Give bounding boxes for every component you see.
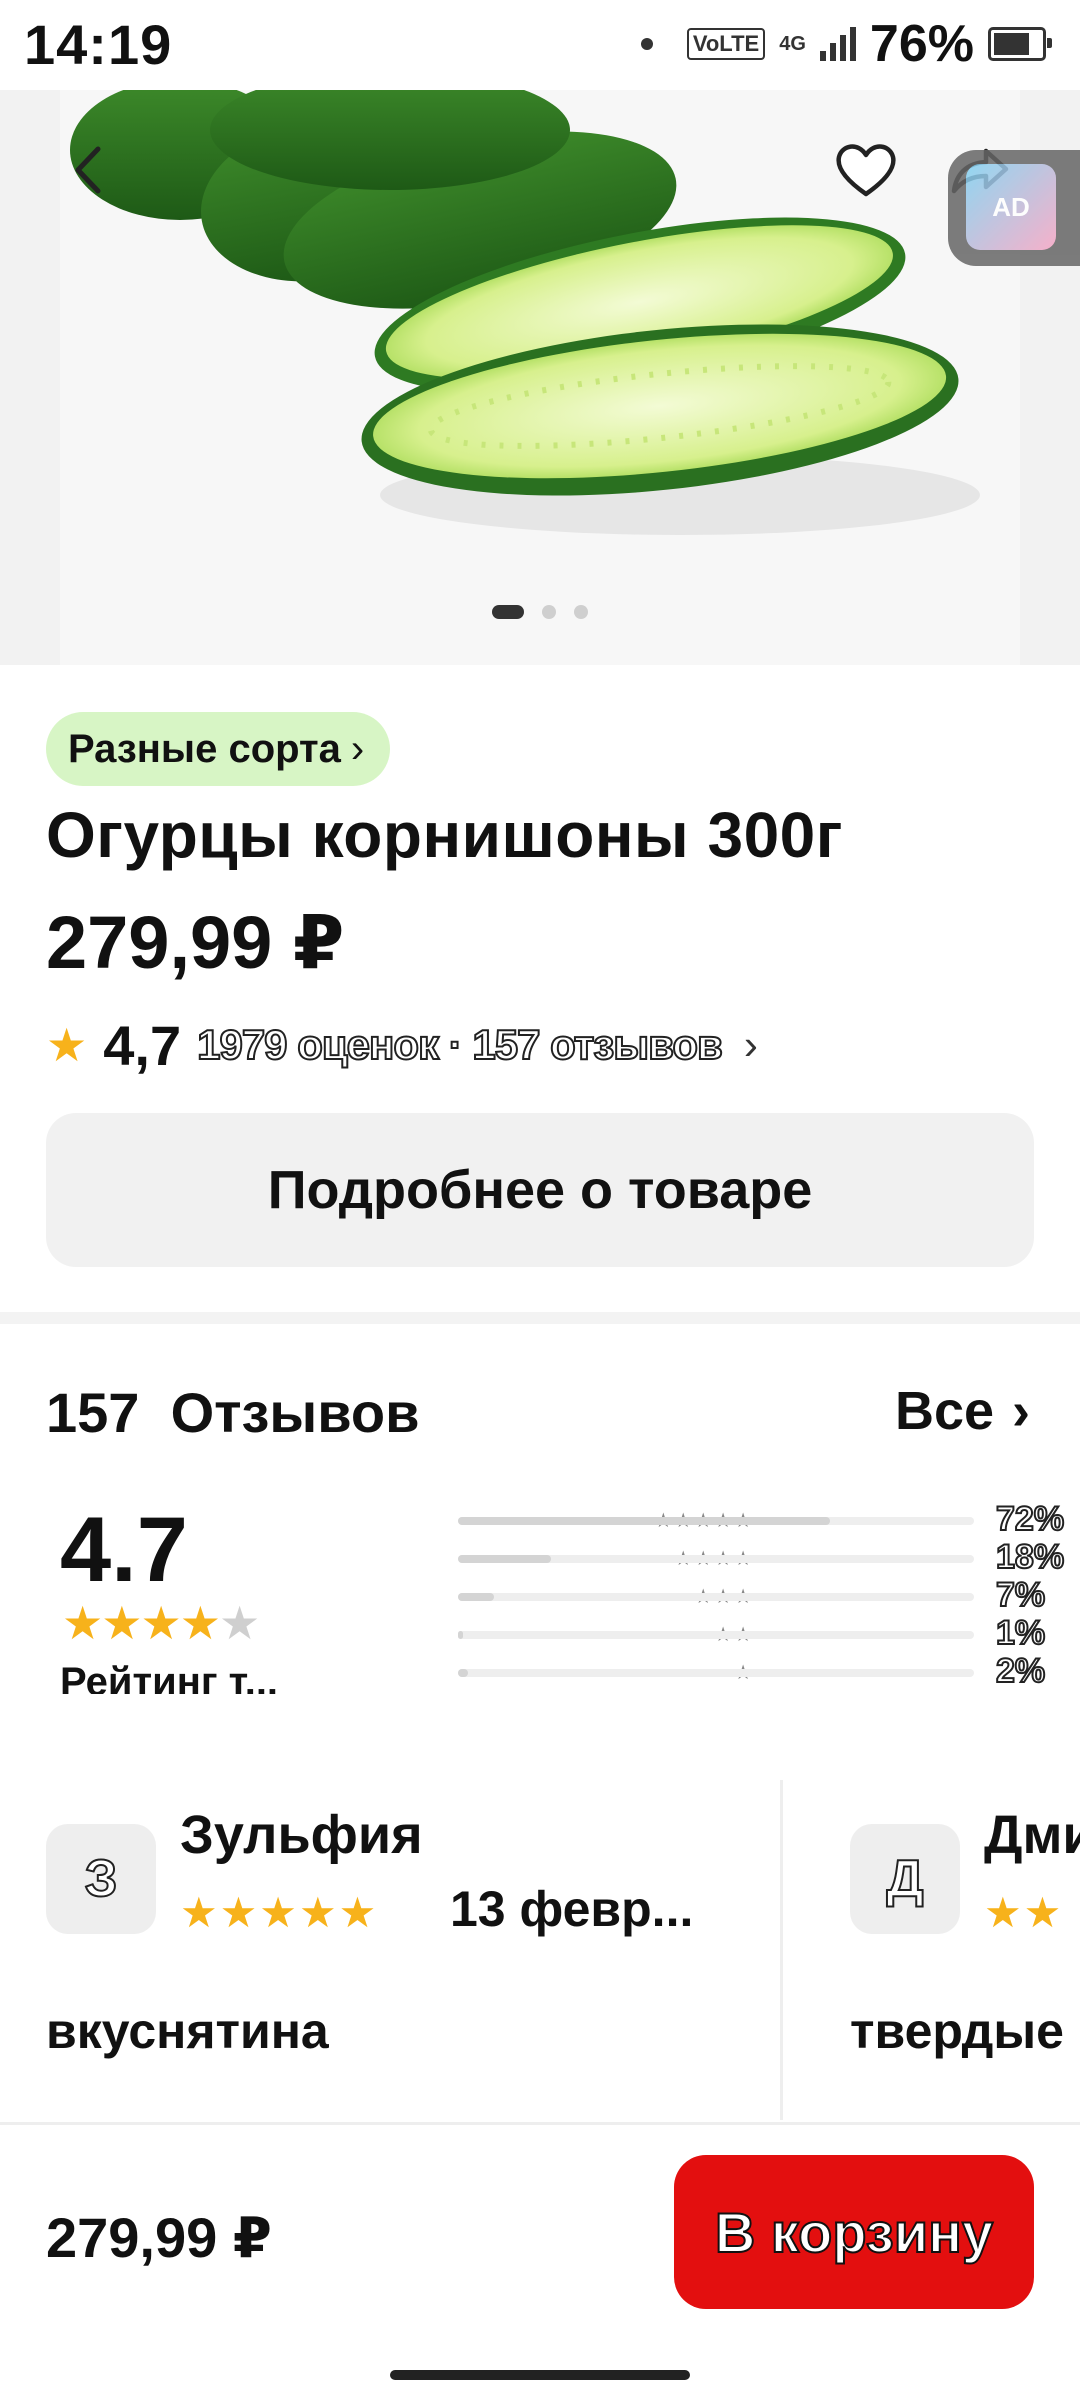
battery-percent: 76% [869,15,974,73]
review-card[interactable]: Д Дми ★★ твердые [850,1780,1080,2120]
review-stars: ★★★★★ [180,1889,379,1936]
battery-icon [988,27,1052,61]
distribution-row: ★★★★★72% [320,1499,1065,1540]
distribution-percent: 72% [995,1499,1065,1539]
reviews-count: 157 [46,1381,140,1444]
distribution-row: ★2% [320,1651,1060,1692]
back-icon [75,146,101,194]
volte-icon: VoLTE [686,28,766,60]
carousel-dot[interactable] [574,605,588,619]
notification-dot-icon [640,38,653,50]
rating-value: 4,7 [103,1013,182,1077]
reviews-all-label: Все [894,1381,995,1441]
carousel-dot[interactable] [542,605,556,619]
star-filled-icon: ★ [140,1597,182,1649]
product-image-carousel[interactable]: AD [0,90,1080,665]
rating-caption: Рейтинг т... [60,1660,279,1694]
distribution-bar-track [458,1631,974,1639]
avatar: Д [850,1824,960,1934]
star-icon: ★ [46,1019,88,1071]
distribution-row: ★★★7% [320,1575,1060,1616]
review-text: вкуснятина [46,2003,329,2059]
add-to-cart-button[interactable]: В корзину [674,2155,1034,2309]
product-details-button[interactable]: Подробнее о товаре [46,1113,1034,1267]
carousel-dots [0,605,1080,619]
product-price: 279,99 ₽ [46,901,345,984]
favorite-button[interactable] [826,130,906,210]
star-filled-icon: ★ [101,1597,142,1649]
product-title: Огурцы корнишоны 300г [46,799,843,871]
heart-icon [836,144,896,197]
signal-icon [819,27,856,61]
chevron-right-icon: › [743,1021,758,1068]
average-rating: 4.7 [60,1499,188,1601]
distribution-bar [458,1669,468,1677]
review-text: твердые [850,2003,1064,2059]
chevron-right-icon: › [1012,1381,1030,1441]
chevron-right-icon: › [350,726,365,771]
battery-fill [994,33,1029,55]
review-date: 13 февр... [450,1881,694,1937]
network-type-label: 4G [779,32,806,55]
rating-meta: 1979 оценок · 157 отзывов [196,1020,724,1069]
distribution-bar [458,1555,551,1563]
distribution-row: ★★★★18% [320,1537,1065,1578]
ad-magnifier-icon: AD [966,164,1056,250]
distribution-bar [458,1631,463,1639]
status-time: 14:19 [24,13,173,76]
section-divider [0,1312,1080,1324]
distribution-bar-track [458,1669,974,1677]
review-card[interactable]: З Зульфия ★★★★★ 13 февр... вкуснятина [46,1780,766,2120]
status-bar: 14:19 VoLTE 4G 76% [0,0,1080,90]
distribution-bar [458,1593,494,1601]
star-filled-icon: ★ [62,1597,103,1649]
distribution-percent: 1% [995,1613,1046,1653]
distribution-bar-track [458,1517,974,1525]
variety-chip[interactable]: Разные сорта › [46,712,391,786]
back-button[interactable] [50,130,130,210]
review-stars: ★★ [984,1889,1064,1936]
distribution-bar [458,1517,830,1525]
reviews-title: Отзывов [170,1381,420,1444]
star-empty-icon: ★ [219,1597,260,1649]
status-indicators: VoLTE 4G 76% [640,14,1052,74]
home-indicator[interactable] [390,2370,690,2380]
distribution-bar-track [458,1593,974,1601]
average-rating-stars: ★★★★★ [62,1596,260,1650]
star-filled-icon: ★ [179,1597,221,1649]
avatar: З [46,1824,156,1934]
rating-summary-link[interactable]: ★ 4,7 1979 оценок · 157 отзывов › [46,1010,758,1080]
distribution-percent: 18% [995,1537,1065,1577]
distribution-bar-track [458,1555,974,1563]
bottom-bar: 279,99 ₽ В корзину [0,2122,1080,2345]
bottom-price: 279,99 ₽ [46,2206,272,2269]
reviewer-name: Зульфия [180,1805,423,1865]
distribution-row: ★★1% [320,1613,1060,1654]
reviews-heading: 157 Отзывов [46,1380,420,1445]
carousel-dot-active[interactable] [492,605,524,619]
variety-chip-label: Разные сорта [68,726,341,771]
card-divider [780,1780,783,2120]
reviews-all-link[interactable]: Все › [895,1380,1030,1442]
reviewer-name: Дми [984,1805,1080,1865]
distribution-percent: 7% [995,1575,1046,1615]
distribution-percent: 2% [995,1651,1046,1691]
ad-overlay-badge[interactable]: AD [948,150,1080,266]
